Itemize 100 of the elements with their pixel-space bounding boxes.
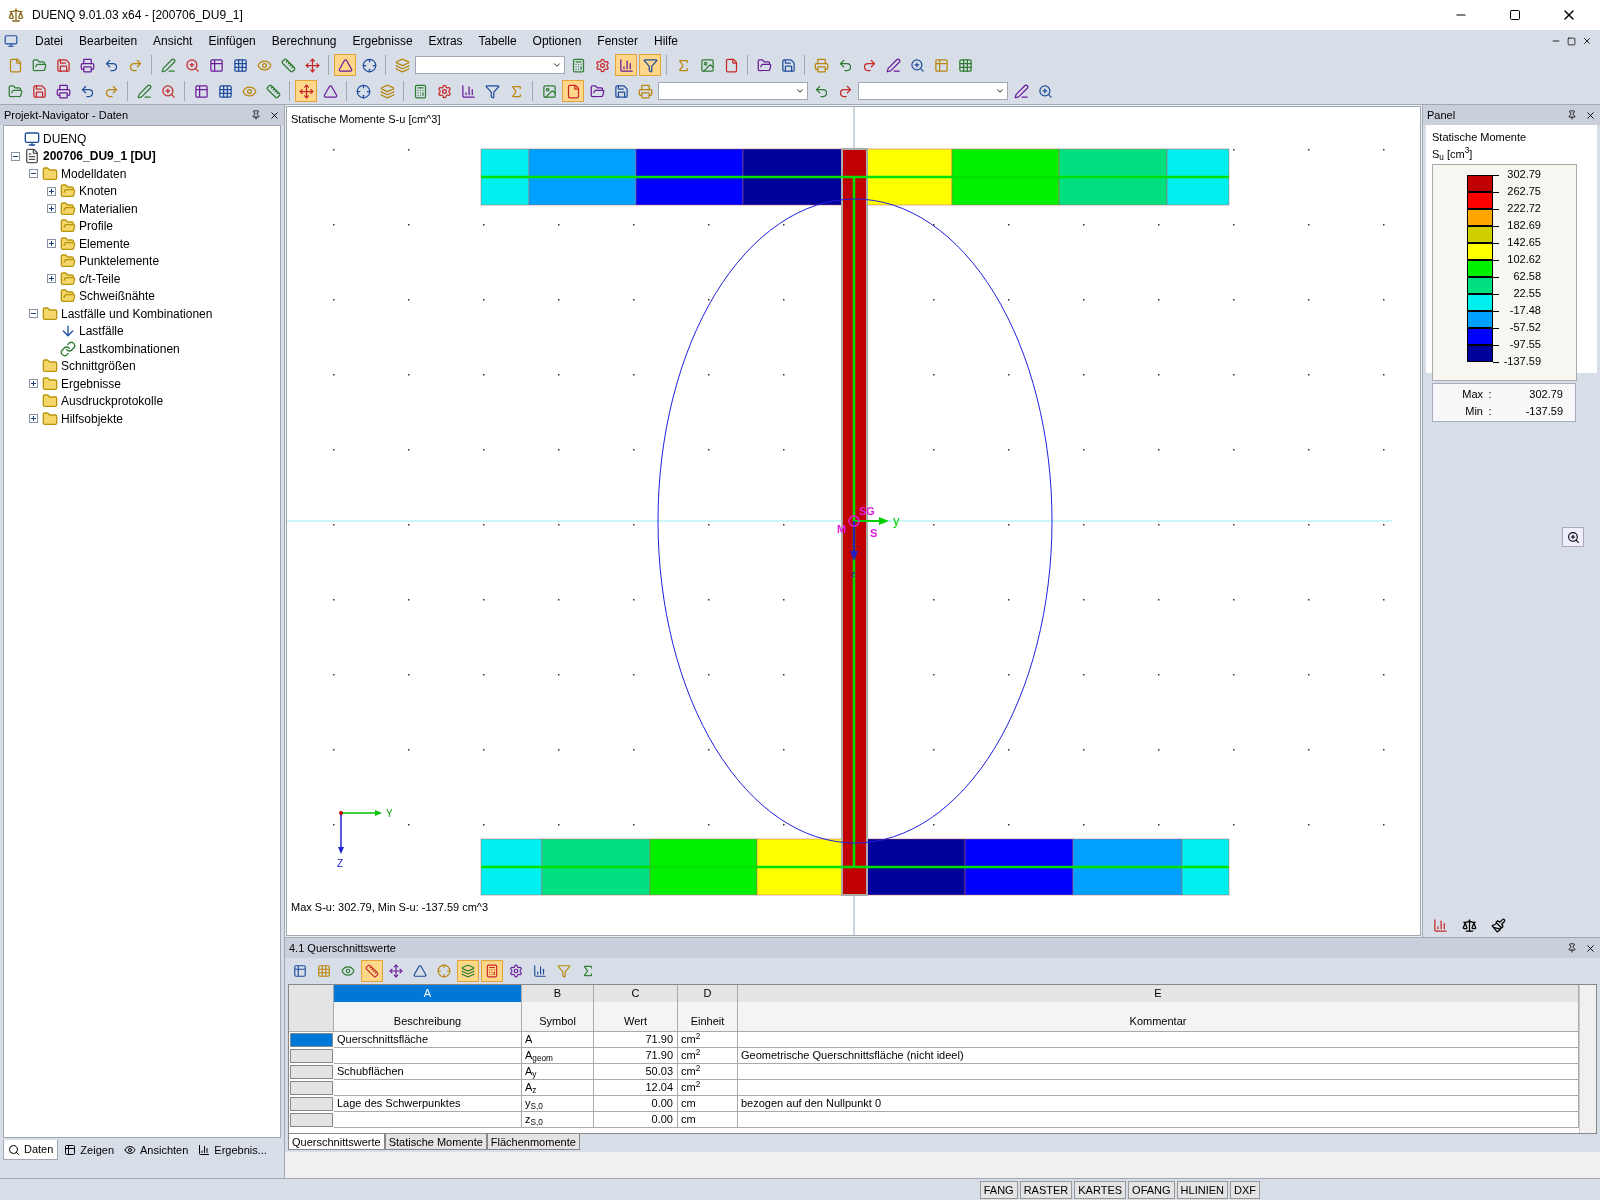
pin-icon[interactable] [1567,943,1577,953]
menu-item[interactable]: Datei [28,32,70,50]
tree-item[interactable]: Lastkombinationen [79,339,180,358]
toolbar-button[interactable] [361,960,383,982]
search-icon [8,1143,20,1156]
toolbar-button[interactable] [457,960,479,982]
dropdown-field[interactable] [658,82,808,100]
row-header[interactable] [290,1113,333,1127]
expand-toggle[interactable] [29,414,38,424]
tree-item[interactable]: Ergebnisse [61,374,122,393]
save-icon [31,83,47,99]
tree-item[interactable]: Knoten [79,182,118,201]
menu-item[interactable]: Einfügen [201,32,263,50]
tree-item[interactable]: Elemente [79,234,130,253]
navigator-tab[interactable]: Zeigen [60,1140,118,1160]
status-toggle[interactable]: DXF [1230,1180,1260,1199]
close-icon[interactable] [1585,942,1596,954]
navigator-tab[interactable]: Ergebnis... [194,1140,271,1160]
status-toggle[interactable]: RASTER [1019,1180,1073,1199]
caret-icon [795,86,805,96]
close-icon[interactable] [269,109,280,121]
expand-toggle[interactable] [47,239,56,249]
undo-icon [103,57,119,73]
brush-icon[interactable] [1491,918,1506,933]
toolbar-button[interactable] [295,80,317,102]
column-letter[interactable]: C [594,985,678,1003]
toolbar-button[interactable] [615,54,637,76]
pin-icon[interactable] [1567,110,1577,120]
column-letter[interactable]: B [522,985,594,1003]
grid-icon [957,57,973,73]
status-toggle[interactable]: HLINIEN [1176,1180,1228,1199]
tree-item[interactable]: Hilfsobjekte [61,409,124,428]
toolbar-button[interactable] [334,54,356,76]
row-header[interactable] [290,1097,333,1111]
menu-item[interactable]: Bearbeiten [72,32,145,50]
status-toggle[interactable]: KARTES [1074,1180,1127,1199]
close-icon[interactable] [1582,36,1592,46]
tree-item[interactable]: Schnittgrößen [61,357,136,376]
expand-toggle[interactable] [29,379,38,389]
menu-item[interactable]: Hilfe [647,32,685,50]
table-cell: cm [678,1096,738,1112]
tree-item[interactable]: Materialien [79,199,138,218]
table-cell: cm$^{2}$ [678,1048,738,1064]
tree-item[interactable]: Profile [79,217,113,236]
scale-icon[interactable] [1462,918,1477,933]
navigator-tab[interactable]: Daten [3,1140,59,1160]
app-icon [8,7,24,23]
folder-icon [756,57,772,73]
menu-item[interactable]: Tabelle [471,32,524,50]
layers-icon [379,83,395,99]
point-label: S [870,527,878,539]
table-cell: y$_{S,0}$ [522,1096,594,1112]
restore-icon[interactable] [1567,36,1576,46]
toolbar-button[interactable] [562,80,584,102]
collapse-toggle[interactable] [11,151,20,161]
expand-toggle[interactable] [47,186,56,196]
tree-item[interactable]: Lastfälle [79,322,124,341]
tree-item[interactable]: 200706_DU9_1 [DU] [43,147,156,166]
menu-item[interactable]: Optionen [525,32,589,50]
toolbar-button[interactable] [481,960,503,982]
pin-icon[interactable] [251,110,261,120]
column-letter[interactable]: D [678,985,738,1003]
collapse-toggle[interactable] [29,169,38,179]
axis-z-arrow [850,520,858,561]
column-letter[interactable]: E [738,985,1579,1003]
tree-item[interactable]: DUENQ [43,129,87,148]
settings-icon [594,57,610,73]
close-icon[interactable] [1585,109,1596,121]
menu-item[interactable]: Ergebnisse [345,32,420,50]
menu-item[interactable]: Extras [421,32,470,50]
expand-toggle[interactable] [47,204,56,214]
toolbar-button[interactable] [639,54,661,76]
zoom-button[interactable] [1562,527,1584,547]
expand-toggle[interactable] [47,274,56,284]
sheet-tab[interactable]: Statische Momente [384,1134,487,1150]
dropdown-field[interactable] [415,56,565,74]
sheet-tab[interactable]: Flächenmomente [486,1134,580,1150]
row-header[interactable] [290,1049,333,1063]
tree-item[interactable]: c/t-Teile [79,269,121,288]
collapse-toggle[interactable] [29,309,38,319]
tree-item[interactable]: Punktelemente [79,252,160,271]
sheet-tab[interactable]: Querschnittswerte [288,1134,385,1150]
dropdown-field[interactable] [858,82,1008,100]
tree-item[interactable]: Ausdruckprotokolle [61,392,164,411]
tree-item[interactable]: Lastfälle und Kombinationen [61,304,213,323]
menu-item[interactable]: Ansicht [146,32,200,50]
table-icon [193,83,209,99]
tree-item[interactable]: Schweißnähte [79,287,156,306]
row-header[interactable] [290,1081,333,1095]
bar-chart-icon[interactable] [1433,918,1448,933]
menu-item[interactable]: Berechnung [264,32,344,50]
status-toggle[interactable]: OFANG [1128,1180,1175,1199]
status-toggle[interactable]: FANG [979,1180,1018,1199]
row-header[interactable] [290,1065,333,1079]
tree-item[interactable]: Modelldaten [61,164,127,183]
menu-item[interactable]: Fenster [590,32,645,50]
column-letter[interactable]: A [334,985,522,1003]
table-cell: 71.90 [594,1048,678,1064]
navigator-tab[interactable]: Ansichten [120,1140,193,1160]
scrollbar[interactable] [1579,985,1596,1133]
